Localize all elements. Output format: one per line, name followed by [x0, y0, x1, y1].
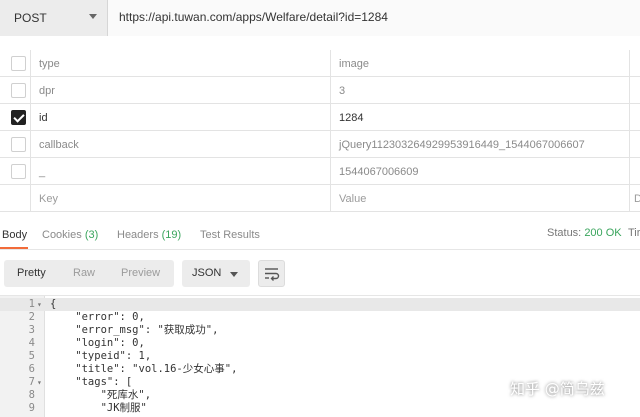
- chevron-down-icon: [230, 272, 238, 277]
- param-checkbox-cell: [0, 77, 31, 104]
- wrap-lines-icon: [265, 268, 280, 281]
- code-text: "typeid": 1,: [50, 350, 152, 362]
- tab-cookies-label: Cookies: [42, 229, 82, 241]
- code-text: "title": "vol.16-少女心事",: [50, 363, 238, 375]
- chevron-down-icon: [89, 14, 97, 19]
- param-value: image: [339, 58, 369, 70]
- code-line: 2 "error": 0,: [0, 311, 640, 324]
- param-row-new: Key Value D: [0, 185, 640, 212]
- code-line: 9 "JK制服": [0, 402, 640, 415]
- cookies-count: (3): [84, 229, 99, 241]
- new-key-input[interactable]: Key: [39, 193, 58, 205]
- pretty-button[interactable]: Pretty: [17, 267, 46, 279]
- headers-count: (19): [161, 229, 182, 241]
- line-number: 2: [28, 311, 35, 323]
- line-number: 5: [28, 350, 35, 362]
- tab-cookies[interactable]: Cookies (3): [42, 229, 98, 241]
- param-row-type: type image: [0, 50, 640, 77]
- param-row-dpr: dpr 3: [0, 77, 640, 104]
- checkbox-icon[interactable]: [11, 56, 26, 71]
- line-number: 1: [28, 298, 35, 310]
- format-select[interactable]: JSON: [182, 260, 250, 287]
- param-row-underscore: _ 1544067006609: [0, 158, 640, 185]
- status-label: Status:: [547, 227, 582, 239]
- description-header: D: [634, 193, 640, 205]
- code-line: 3 "error_msg": "获取成功",: [0, 324, 640, 337]
- method-select[interactable]: POST: [0, 0, 108, 36]
- param-value: 1284: [339, 112, 364, 124]
- value-placeholder: Value: [339, 193, 367, 205]
- status-value: 200 OK: [584, 227, 622, 239]
- url-text: https://api.tuwan.com/apps/Welfare/detai…: [119, 10, 388, 24]
- param-checkbox-cell: [0, 104, 31, 131]
- param-key[interactable]: dpr: [39, 85, 55, 97]
- param-key[interactable]: type: [39, 58, 60, 70]
- line-number: 3: [28, 324, 35, 336]
- active-tab-indicator: [0, 247, 28, 249]
- code-text: "死库水",: [50, 389, 152, 401]
- param-checkbox-cell: [0, 131, 31, 158]
- param-row-callback: callback jQuery112303264929953916449_154…: [0, 131, 640, 158]
- checkbox-icon[interactable]: [11, 164, 26, 179]
- code-text: {: [50, 298, 57, 310]
- response-tabs: Body Cookies (3) Headers (19) Test Resul…: [0, 222, 640, 250]
- param-value-cell[interactable]: jQuery112303264929953916449_154406700660…: [330, 131, 630, 158]
- code-text: "error_msg": "获取成功",: [50, 324, 219, 336]
- checkbox-icon[interactable]: [11, 83, 26, 98]
- fold-arrow-icon[interactable]: ▾: [37, 298, 45, 311]
- param-value-cell[interactable]: 3: [330, 77, 630, 104]
- param-value: 3: [339, 85, 346, 97]
- param-value-cell[interactable]: 1544067006609: [330, 158, 630, 185]
- param-key[interactable]: callback: [39, 139, 79, 151]
- code-text: "login": 0,: [50, 337, 145, 349]
- url-input[interactable]: https://api.tuwan.com/apps/Welfare/detai…: [108, 0, 640, 36]
- code-text: "tags": [: [50, 376, 133, 388]
- line-number: 8: [28, 389, 35, 401]
- param-key[interactable]: _: [39, 166, 45, 178]
- view-mode-group: Pretty Raw Preview: [4, 260, 174, 287]
- format-label: JSON: [192, 267, 222, 279]
- param-checkbox-cell: [0, 185, 31, 212]
- response-toolbar: Pretty Raw Preview JSON: [0, 250, 640, 295]
- method-label: POST: [14, 11, 47, 25]
- param-value: 1544067006609: [339, 166, 419, 178]
- param-value: jQuery112303264929953916449_154406700660…: [339, 139, 585, 151]
- code-text: "error": 0,: [50, 311, 145, 323]
- tab-body[interactable]: Body: [2, 229, 27, 241]
- status-indicator: Status: 200 OK: [547, 227, 622, 239]
- line-number: 9: [28, 402, 35, 414]
- preview-button[interactable]: Preview: [121, 267, 160, 279]
- wrap-lines-button[interactable]: [258, 260, 285, 287]
- code-text: "JK制服": [50, 402, 147, 414]
- code-line: 1 ▾ {: [0, 298, 640, 311]
- tab-headers[interactable]: Headers (19): [117, 229, 181, 241]
- checkbox-icon[interactable]: [11, 137, 26, 152]
- watermark: 知乎 @简乌兹: [510, 380, 605, 398]
- new-value-input[interactable]: Value: [330, 185, 630, 212]
- tab-test-results[interactable]: Test Results: [200, 229, 260, 241]
- raw-button[interactable]: Raw: [73, 267, 95, 279]
- param-key[interactable]: id: [39, 112, 48, 124]
- line-number: 6: [28, 363, 35, 375]
- code-line: 6 "title": "vol.16-少女心事",: [0, 363, 640, 376]
- time-label: Tir: [628, 227, 640, 239]
- code-line: 5 "typeid": 1,: [0, 350, 640, 363]
- request-bar: POST https://api.tuwan.com/apps/Welfare/…: [0, 0, 640, 36]
- fold-arrow-icon[interactable]: ▾: [37, 376, 45, 389]
- tab-headers-label: Headers: [117, 229, 159, 241]
- param-value-cell[interactable]: image: [330, 50, 630, 77]
- param-checkbox-cell: [0, 50, 31, 77]
- line-number: 7: [28, 376, 35, 388]
- param-checkbox-cell: [0, 158, 31, 185]
- checkbox-checked-icon[interactable]: [11, 110, 26, 125]
- line-number: 4: [28, 337, 35, 349]
- param-value-cell[interactable]: 1284: [330, 104, 630, 131]
- code-line: 4 "login": 0,: [0, 337, 640, 350]
- param-row-id: id 1284: [0, 104, 640, 131]
